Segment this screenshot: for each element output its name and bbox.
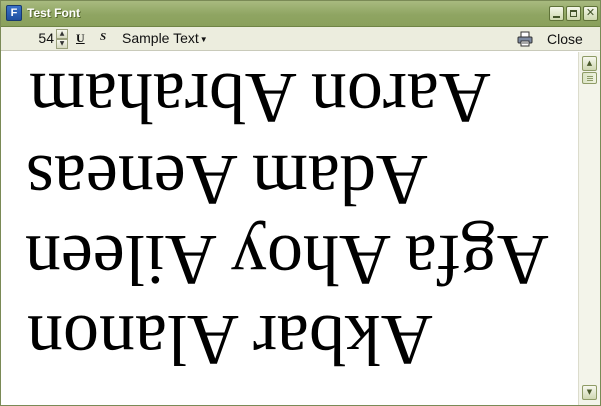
preview-line: Agfa Ahoy Aileen: [25, 220, 549, 300]
preview-line: Aaron Abraham: [29, 58, 491, 138]
caret-down-icon: ▼: [199, 34, 208, 44]
title-bar[interactable]: F Test Font ✕: [1, 1, 600, 27]
underline-button[interactable]: U: [76, 31, 88, 47]
preview-line: Akbar Alanon: [27, 300, 433, 380]
font-size-spinner: ▲ ▼: [56, 29, 68, 49]
close-button[interactable]: Close: [547, 31, 583, 47]
font-preview-area: Aaron Abraham Adam Aeneas Agfa Ahoy Aile…: [1, 52, 577, 405]
close-icon: ✕: [585, 6, 596, 19]
scroll-up-button[interactable]: ▲: [582, 56, 597, 71]
printer-icon[interactable]: [517, 31, 533, 47]
strikethrough-button[interactable]: S: [100, 31, 112, 47]
test-font-window: F Test Font ✕ 54 ▲ ▼ U S Sample Text▼ Cl…: [0, 0, 601, 406]
size-up-button[interactable]: ▲: [56, 29, 68, 39]
sample-text-label: Sample Text: [122, 30, 199, 46]
grip-line: [587, 76, 593, 77]
size-down-button[interactable]: ▼: [56, 39, 68, 49]
font-size-value: 54: [38, 30, 54, 46]
preview-line: Adam Aeneas: [26, 140, 428, 220]
minimize-button[interactable]: [549, 6, 564, 21]
vertical-scrollbar[interactable]: ▲ ▼: [578, 52, 600, 405]
grip-line: [587, 78, 593, 79]
maximize-icon: [570, 10, 577, 17]
window-title: Test Font: [27, 6, 81, 20]
scroll-thumb[interactable]: [582, 72, 597, 84]
sample-text-dropdown[interactable]: Sample Text▼: [122, 30, 208, 48]
font-size-field[interactable]: 54: [7, 30, 55, 48]
maximize-button[interactable]: [566, 6, 581, 21]
font-app-icon: F: [6, 5, 22, 21]
toolbar: 54 ▲ ▼ U S Sample Text▼ Close: [1, 27, 600, 51]
minimize-icon: [553, 16, 560, 18]
close-window-button[interactable]: ✕: [583, 6, 598, 21]
scroll-down-button[interactable]: ▼: [582, 385, 597, 400]
grip-line: [587, 80, 593, 81]
